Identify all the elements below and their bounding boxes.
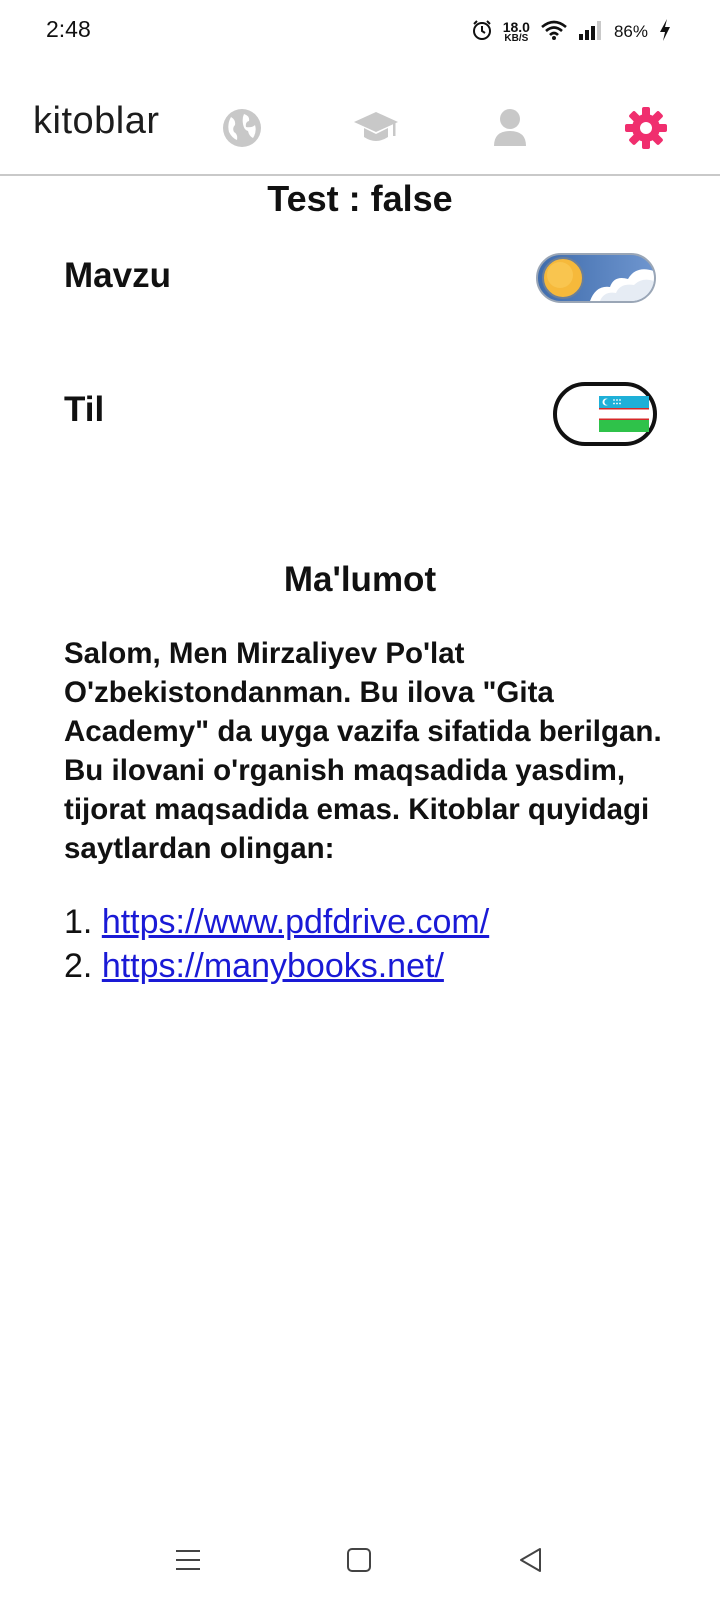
charging-icon [658,18,672,47]
test-status-text: Test : false [267,178,453,219]
wifi-icon [540,19,568,46]
status-icons: 18.0 KB/S 86% [471,14,672,50]
sun-cloud-icon [542,257,654,301]
app-bar: kitoblar [0,86,720,176]
app-title: kitoblar [33,100,160,142]
pdfdrive-link[interactable]: https://www.pdfdrive.com/ [102,903,489,941]
list-item: 2. https://manybooks.net/ [64,944,684,988]
home-icon[interactable] [339,1540,379,1580]
globe-icon[interactable] [218,104,266,152]
network-speed: 18.0 KB/S [503,20,530,44]
status-time: 2:48 [46,16,91,42]
info-body: Salom, Men Mirzaliyev Po'lat O'zbekiston… [64,637,662,865]
link-number: 2. [64,947,93,985]
person-icon[interactable] [486,104,534,152]
network-speed-unit: KB/S [504,33,529,44]
theme-label: Mavzu [64,256,171,295]
link-number: 1. [64,903,93,941]
graduation-cap-icon[interactable] [352,104,400,152]
settings-gear-icon[interactable] [622,104,670,152]
alarm-icon [471,19,493,46]
settings-screen: 2:48 18.0 KB/S 86% kitoblar Test: false… [0,0,720,1600]
manybooks-link[interactable]: https://manybooks.net/ [102,947,444,985]
system-navigation-bar [0,1520,720,1600]
status-bar: 2:48 18.0 KB/S 86% [0,0,720,64]
language-label: Til [64,390,105,429]
language-toggle-switch[interactable] [553,382,657,446]
signal-icon [578,19,604,46]
back-icon[interactable] [511,1540,551,1580]
list-item: 1. https://www.pdfdrive.com/ [64,900,684,944]
info-title: Ma'lumot [283,560,437,599]
menu-icon[interactable] [168,1540,208,1580]
theme-toggle-switch[interactable] [536,253,656,303]
uzbekistan-flag-icon [599,396,649,432]
battery-level: 86% [613,22,648,41]
source-links: 1. https://www.pdfdrive.com/ 2. https://… [64,900,684,988]
network-speed-value: 18.0 [502,19,530,35]
